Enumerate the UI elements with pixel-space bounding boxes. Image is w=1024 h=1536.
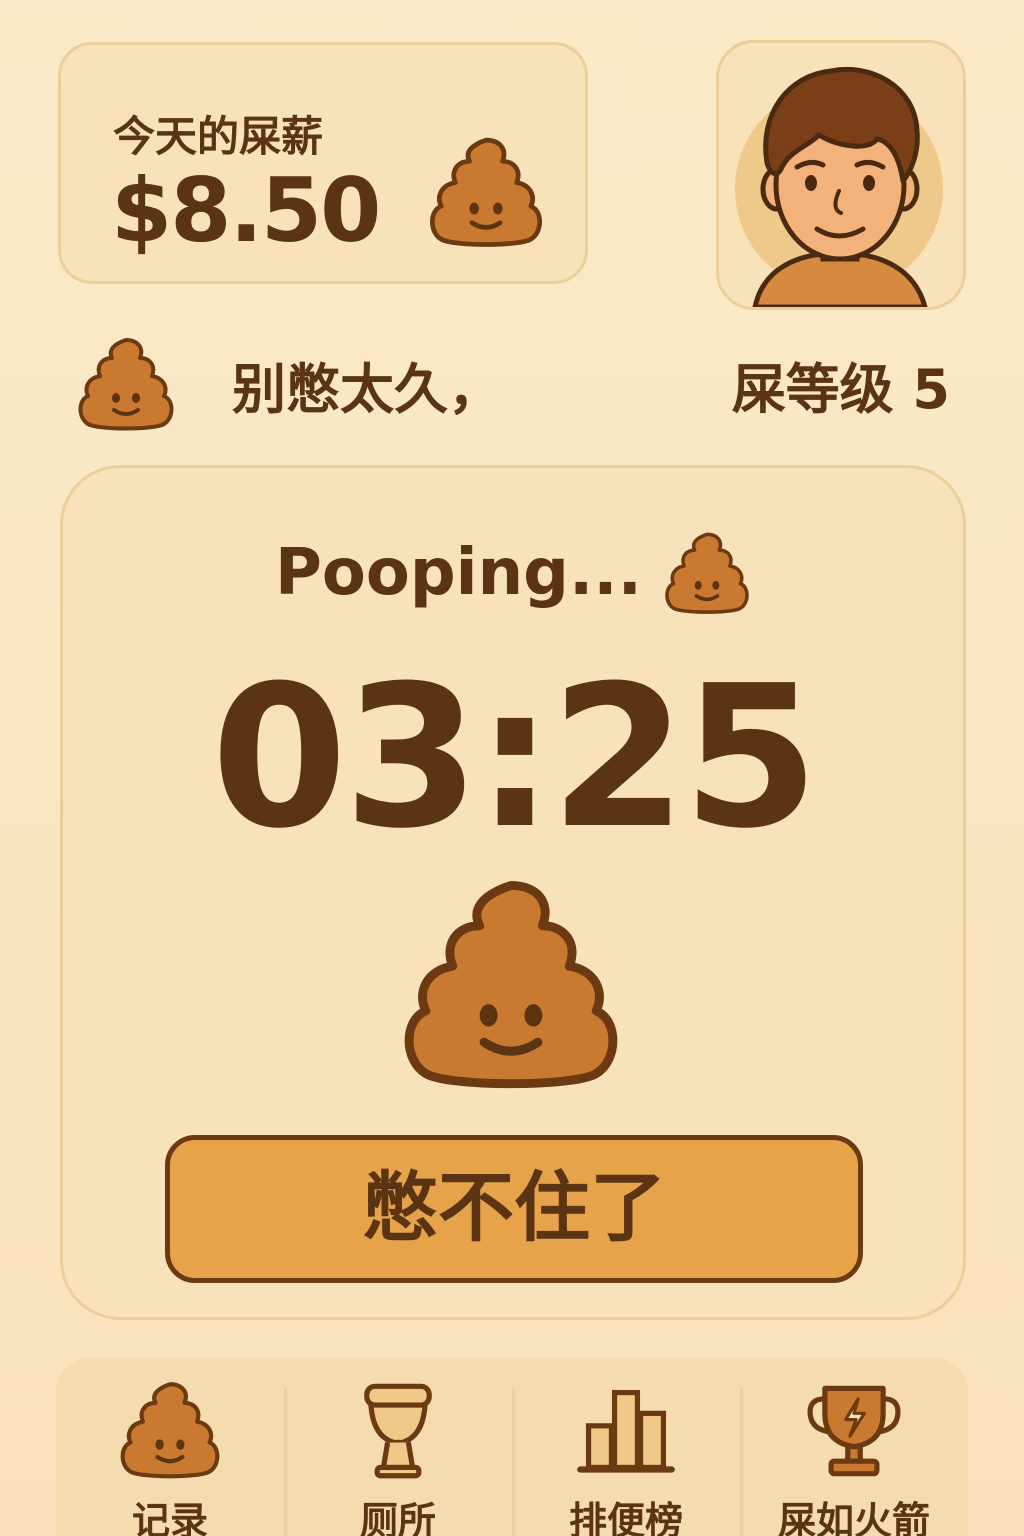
leaderboard-icon — [577, 1389, 675, 1473]
poop-level: 屎等级 5 — [731, 358, 950, 421]
hold-button[interactable]: 憋不住了 — [165, 1135, 863, 1283]
poop-icon — [663, 528, 751, 618]
salary-card: 今天的屎薪 $8.50 — [58, 42, 588, 284]
avatar[interactable] — [716, 40, 966, 310]
toilet-icon — [364, 1383, 432, 1479]
status-message: 别憋太久， — [232, 358, 502, 421]
bottom-nav: 记录 厕所 排便榜 屎如火箭 — [56, 1358, 968, 1536]
timer-card: Pooping... 03:25 憋不住了 — [60, 465, 966, 1320]
user-avatar-icon — [735, 66, 943, 307]
pooping-status-text: Pooping... — [275, 536, 642, 610]
salary-amount: $8.50 — [111, 159, 381, 262]
poop-icon — [76, 332, 176, 436]
salary-label: 今天的屎薪 — [113, 112, 324, 161]
poop-icon — [118, 1378, 222, 1482]
nav-item-leaderboard[interactable]: 排便榜 — [512, 1358, 740, 1536]
nav-label: 厕所 — [359, 1499, 436, 1536]
nav-item-trophy[interactable]: 屎如火箭 — [740, 1358, 968, 1536]
app-screen: 今天的屎薪 $8.50 别憋太久， 屎等级 5 Pooping... 03:25… — [0, 0, 1024, 1536]
trophy-icon — [807, 1385, 901, 1477]
pooping-status: Pooping... — [63, 528, 963, 624]
poop-icon — [399, 870, 623, 1098]
nav-item-records[interactable]: 记录 — [56, 1358, 284, 1536]
nav-label: 屎如火箭 — [777, 1499, 930, 1536]
nav-item-toilet[interactable]: 厕所 — [284, 1358, 512, 1536]
poop-icon — [427, 133, 545, 251]
nav-label: 排便榜 — [568, 1499, 683, 1536]
nav-label: 记录 — [131, 1499, 208, 1536]
elapsed-timer: 03:25 — [211, 644, 819, 872]
